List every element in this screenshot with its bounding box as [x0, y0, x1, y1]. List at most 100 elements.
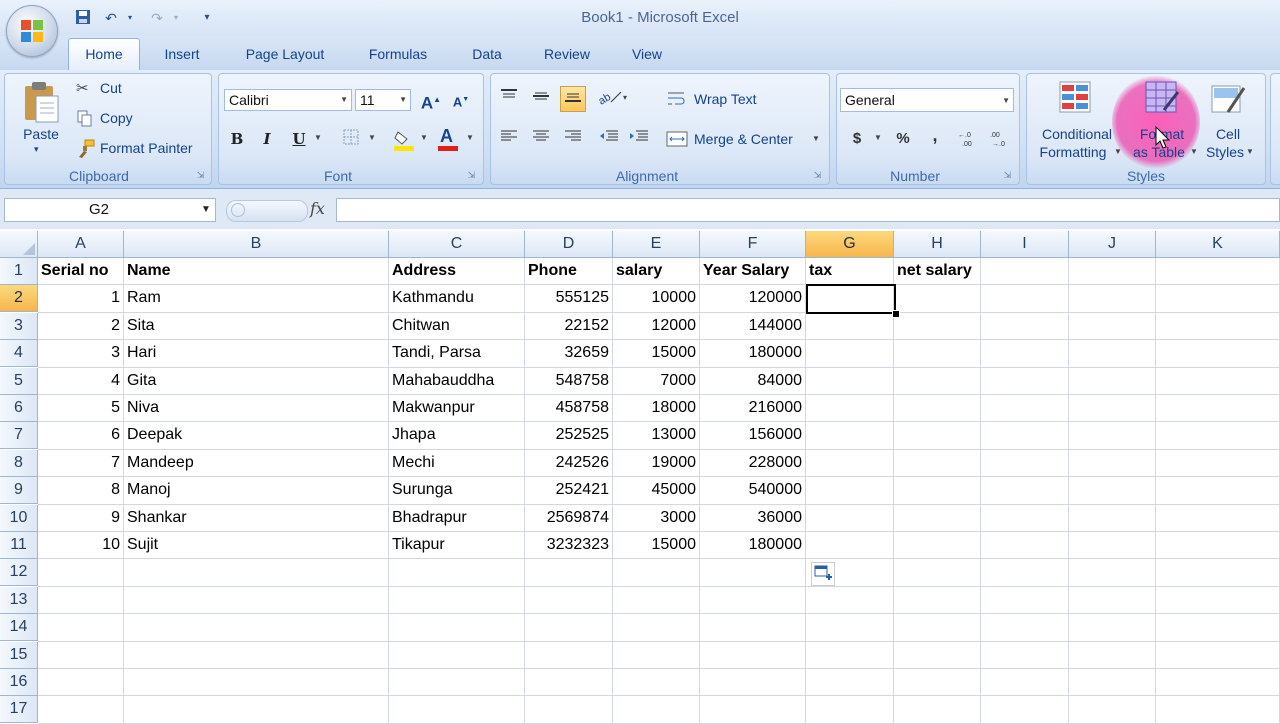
cell-e6[interactable]: 18000 [613, 395, 700, 422]
cell-f14[interactable] [700, 614, 806, 642]
cell-b12[interactable] [124, 559, 389, 587]
align-right-button[interactable] [562, 128, 584, 150]
auto-fill-options-button[interactable] [811, 562, 835, 586]
cell-a9[interactable]: 8 [38, 477, 124, 505]
cell-g10[interactable] [806, 505, 894, 532]
cell-e16[interactable] [613, 669, 700, 696]
cell-h11[interactable] [894, 532, 981, 559]
cell-g11[interactable] [806, 532, 894, 559]
cell-d12[interactable] [525, 559, 613, 587]
cell-e1[interactable]: salary [613, 258, 700, 285]
cell-k3[interactable] [1156, 313, 1280, 340]
cell-g13[interactable] [806, 587, 894, 614]
cell-i5[interactable] [981, 368, 1069, 395]
cell-j10[interactable] [1069, 505, 1156, 532]
number-format-select[interactable]: General ▼ [840, 88, 1014, 112]
format-as-table-button[interactable]: Format as Table ▼ [1124, 76, 1200, 166]
cell-a8[interactable]: 7 [38, 450, 124, 477]
cell-d8[interactable]: 242526 [525, 450, 613, 477]
cell-c15[interactable] [389, 642, 525, 669]
cell-i2[interactable] [981, 285, 1069, 313]
cell-h6[interactable] [894, 395, 981, 422]
cell-h2[interactable] [894, 285, 981, 313]
cell-g6[interactable] [806, 395, 894, 422]
cell-h1[interactable]: net salary [894, 258, 981, 285]
cell-h12[interactable] [894, 559, 981, 587]
row-header-16[interactable]: 16 [0, 669, 38, 696]
office-button[interactable] [6, 5, 58, 57]
cell-f10[interactable]: 36000 [700, 505, 806, 532]
font-color-dropdown-icon[interactable]: ▼ [466, 133, 474, 142]
cell-i3[interactable] [981, 313, 1069, 340]
cell-c12[interactable] [389, 559, 525, 587]
cell-i8[interactable] [981, 450, 1069, 477]
cell-c6[interactable]: Makwanpur [389, 395, 525, 422]
name-box-dropdown-icon[interactable]: ▼ [201, 199, 211, 221]
cell-a7[interactable]: 6 [38, 422, 124, 450]
formula-input[interactable] [336, 198, 1280, 222]
cell-j13[interactable] [1069, 587, 1156, 614]
cell-d10[interactable]: 2569874 [525, 505, 613, 532]
cell-b7[interactable]: Deepak [124, 422, 389, 450]
row-header-9[interactable]: 9 [0, 477, 38, 504]
cell-b10[interactable]: Shankar [124, 505, 389, 532]
cell-k13[interactable] [1156, 587, 1280, 614]
orientation-button[interactable]: ab ▾ [596, 88, 632, 110]
cell-f4[interactable]: 180000 [700, 340, 806, 368]
fill-color-button[interactable] [392, 128, 416, 152]
cell-b2[interactable]: Ram [124, 285, 389, 313]
name-box[interactable]: G2 ▼ [4, 198, 216, 222]
cell-k11[interactable] [1156, 532, 1280, 559]
cell-h13[interactable] [894, 587, 981, 614]
cell-g15[interactable] [806, 642, 894, 669]
cell-d1[interactable]: Phone [525, 258, 613, 285]
row-header-15[interactable]: 15 [0, 642, 38, 669]
underline-button[interactable]: U [288, 128, 310, 150]
merge-dropdown-icon[interactable]: ▼ [812, 134, 820, 143]
cell-c7[interactable]: Jhapa [389, 422, 525, 450]
font-launcher-icon[interactable]: ⇲ [466, 170, 477, 181]
cell-j7[interactable] [1069, 422, 1156, 450]
cell-h3[interactable] [894, 313, 981, 340]
row-header-10[interactable]: 10 [0, 505, 38, 532]
column-header-f[interactable]: F [700, 231, 806, 258]
cell-b1[interactable]: Name [124, 258, 389, 285]
cell-d4[interactable]: 32659 [525, 340, 613, 368]
currency-dropdown-icon[interactable]: ▼ [874, 133, 882, 142]
cell-g14[interactable] [806, 614, 894, 642]
cell-h7[interactable] [894, 422, 981, 450]
cell-k10[interactable] [1156, 505, 1280, 532]
cell-d7[interactable]: 252525 [525, 422, 613, 450]
align-top-button[interactable] [498, 88, 520, 110]
cell-d14[interactable] [525, 614, 613, 642]
cell-c13[interactable] [389, 587, 525, 614]
cell-e4[interactable]: 15000 [613, 340, 700, 368]
cell-a16[interactable] [38, 669, 124, 696]
tab-formulas[interactable]: Formulas [356, 45, 440, 70]
column-header-k[interactable]: K [1156, 231, 1280, 258]
cell-c14[interactable] [389, 614, 525, 642]
cell-e2[interactable]: 10000 [613, 285, 700, 313]
decrease-decimal-button[interactable]: .00 →.0 [988, 128, 1016, 150]
cell-a2[interactable]: 1 [38, 285, 124, 313]
cell-d11[interactable]: 3232323 [525, 532, 613, 559]
cell-i16[interactable] [981, 669, 1069, 696]
cell-c16[interactable] [389, 669, 525, 696]
align-center-button[interactable] [530, 128, 552, 150]
cell-b11[interactable]: Sujit [124, 532, 389, 559]
cell-i10[interactable] [981, 505, 1069, 532]
row-header-6[interactable]: 6 [0, 395, 38, 422]
cell-g8[interactable] [806, 450, 894, 477]
borders-dropdown-icon[interactable]: ▼ [368, 133, 376, 142]
cell-k4[interactable] [1156, 340, 1280, 368]
cut-button[interactable]: ✂ Cut [74, 78, 204, 100]
italic-button[interactable]: I [256, 128, 278, 150]
cell-e10[interactable]: 3000 [613, 505, 700, 532]
cell-h8[interactable] [894, 450, 981, 477]
cell-e11[interactable]: 15000 [613, 532, 700, 559]
cell-e7[interactable]: 13000 [613, 422, 700, 450]
cell-f8[interactable]: 228000 [700, 450, 806, 477]
cell-styles-button[interactable]: Cell Styles ▼ [1200, 76, 1260, 166]
row-header-3[interactable]: 3 [0, 313, 38, 340]
cell-f6[interactable]: 216000 [700, 395, 806, 422]
